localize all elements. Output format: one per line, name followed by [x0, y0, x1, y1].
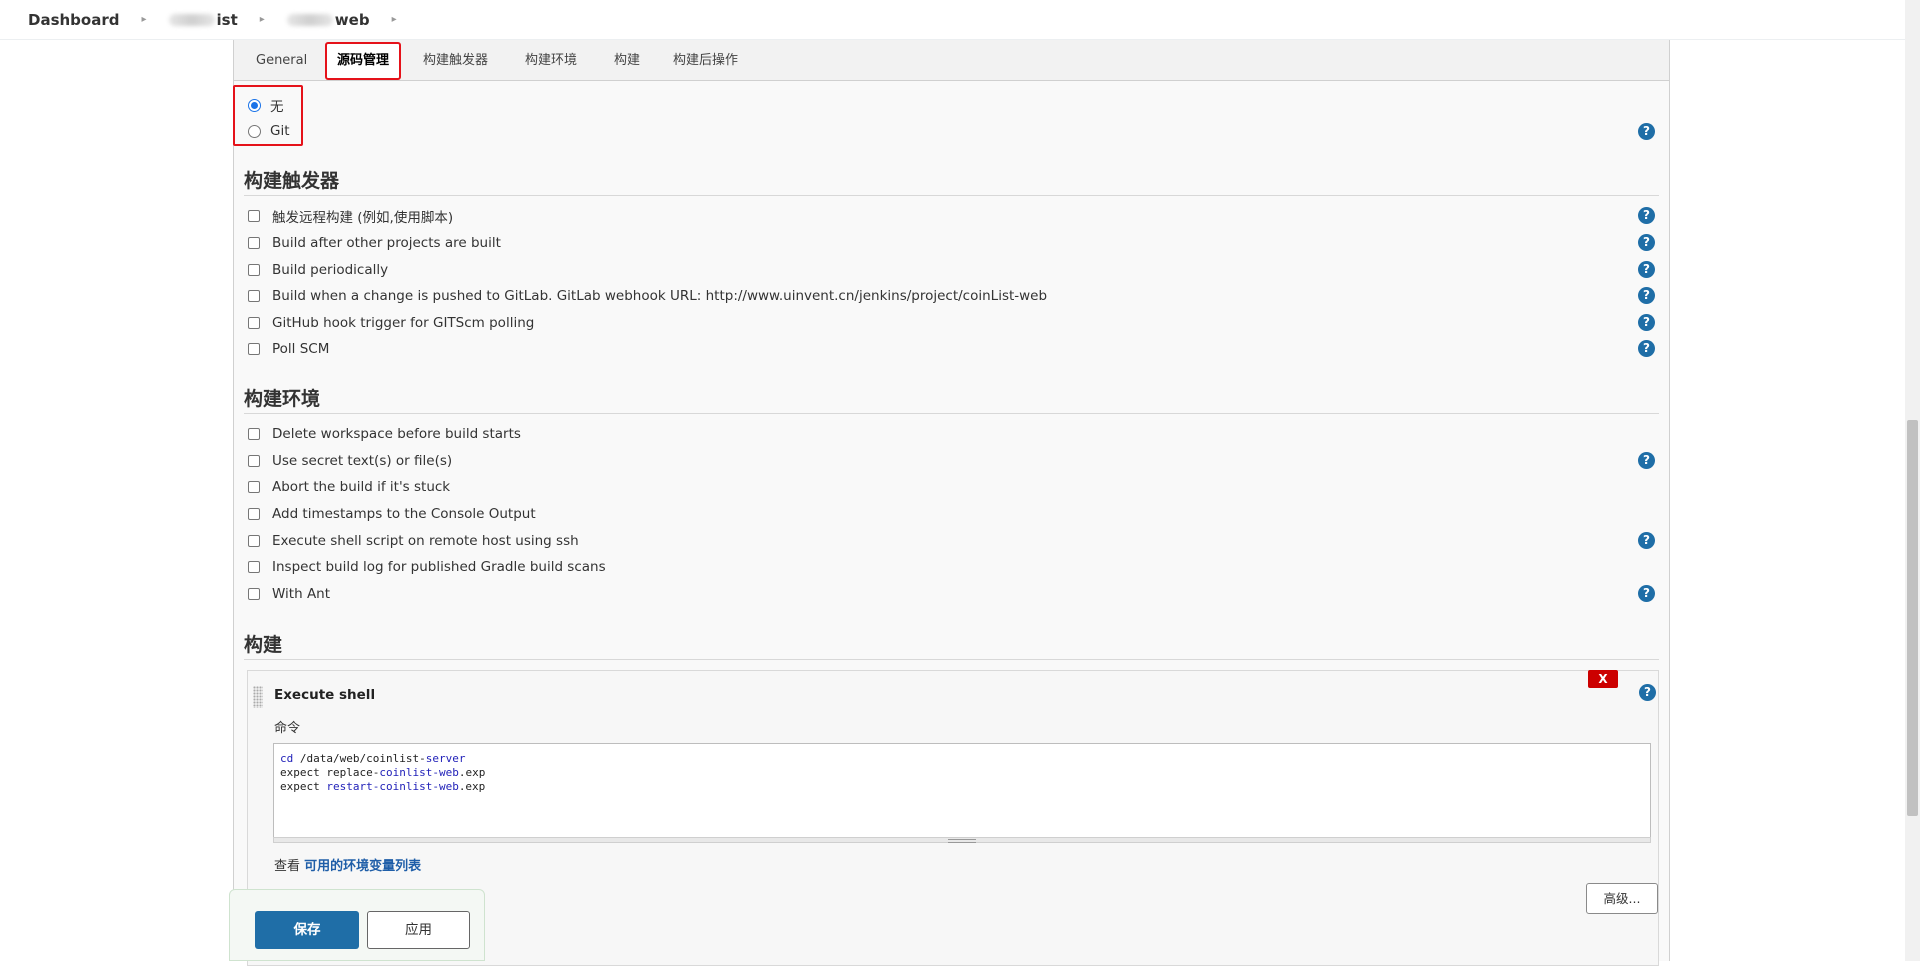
- code-line: cd /data/web/coinlist-server: [280, 752, 466, 765]
- section-build-triggers: 构建触发器: [244, 166, 1659, 196]
- breadcrumb-project-web[interactable]: web: [335, 11, 370, 29]
- help-icon[interactable]: ?: [1638, 532, 1655, 549]
- help-icon[interactable]: ?: [1638, 123, 1655, 140]
- radio-git[interactable]: [248, 124, 261, 138]
- apply-button[interactable]: 应用: [367, 911, 470, 949]
- env-vars-prefix: 查看: [274, 859, 305, 874]
- help-icon[interactable]: ?: [1638, 314, 1655, 331]
- tab-build-environment[interactable]: 构建环境: [525, 40, 577, 81]
- command-editor[interactable]: cd /data/web/coinlist-server expect repl…: [273, 743, 1651, 839]
- checkbox[interactable]: [248, 508, 260, 520]
- bottom-action-bar: 保存 应用: [229, 889, 485, 961]
- checkbox-label: Execute shell script on remote host usin…: [272, 533, 579, 549]
- scm-option-label: Git: [270, 123, 290, 139]
- trigger-periodically[interactable]: Build periodically: [248, 260, 388, 280]
- help-icon[interactable]: ?: [1638, 585, 1655, 602]
- checkbox-label: With Ant: [272, 586, 331, 602]
- checkbox[interactable]: [248, 481, 260, 493]
- command-label: 命令: [274, 721, 301, 736]
- code-line: expect restart-coinlist-web.exp: [280, 780, 486, 793]
- checkbox-label: Abort the build if it's stuck: [272, 479, 451, 495]
- env-with-ant[interactable]: With Ant: [248, 584, 330, 604]
- chevron-right-icon: ▸: [391, 14, 397, 25]
- breadcrumb-dashboard[interactable]: Dashboard: [28, 11, 119, 29]
- scm-option-none[interactable]: 无: [248, 95, 284, 115]
- checkbox[interactable]: [248, 210, 260, 222]
- checkbox-label: Use secret text(s) or file(s): [272, 453, 453, 469]
- tab-post-build[interactable]: 构建后操作: [673, 40, 738, 81]
- checkbox-label: Delete workspace before build starts: [272, 426, 521, 442]
- help-icon[interactable]: ?: [1638, 261, 1655, 278]
- config-tabs: General 源码管理 构建触发器 构建环境 构建 构建后操作: [234, 40, 1669, 81]
- save-button[interactable]: 保存: [255, 911, 359, 949]
- blurred-text: [168, 13, 215, 26]
- step-title: Execute shell: [274, 687, 376, 703]
- checkbox[interactable]: [248, 561, 260, 573]
- scm-option-git[interactable]: Git: [248, 121, 290, 141]
- checkbox-label: GitHub hook trigger for GITScm polling: [272, 315, 535, 331]
- tab-general[interactable]: General: [256, 40, 307, 81]
- blurred-text: [286, 13, 333, 26]
- radio-none[interactable]: [248, 98, 261, 112]
- help-icon[interactable]: ?: [1638, 207, 1655, 224]
- trigger-gitlab[interactable]: Build when a change is pushed to GitLab.…: [248, 286, 1047, 306]
- tab-build[interactable]: 构建: [614, 40, 640, 81]
- trigger-remote[interactable]: 触发远程构建 (例如,使用脚本): [248, 206, 453, 226]
- checkbox-label: Add timestamps to the Console Output: [272, 506, 536, 522]
- checkbox-label: Build after other projects are built: [272, 235, 501, 251]
- env-abort-stuck[interactable]: Abort the build if it's stuck: [248, 477, 450, 497]
- env-gradle-scans[interactable]: Inspect build log for published Gradle b…: [248, 557, 606, 577]
- trigger-github-hook[interactable]: GitHub hook trigger for GITScm polling: [248, 313, 534, 333]
- chevron-right-icon: ▸: [141, 14, 147, 25]
- checkbox[interactable]: [248, 290, 260, 302]
- env-delete-workspace[interactable]: Delete workspace before build starts: [248, 424, 521, 444]
- tab-scm[interactable]: 源码管理: [325, 42, 402, 80]
- advanced-button[interactable]: 高级...: [1586, 883, 1658, 914]
- env-vars-link[interactable]: 可用的环境变量列表: [304, 859, 421, 874]
- scrollbar[interactable]: [1905, 0, 1920, 961]
- checkbox[interactable]: [248, 343, 260, 355]
- help-icon[interactable]: ?: [1638, 234, 1655, 251]
- env-secret-text[interactable]: Use secret text(s) or file(s): [248, 451, 452, 471]
- env-vars-hint: 查看 可用的环境变量列表: [274, 855, 421, 874]
- checkbox-label: Build when a change is pushed to GitLab.…: [272, 288, 1048, 304]
- scm-option-label: 无: [270, 99, 284, 115]
- checkbox-label: Build periodically: [272, 262, 389, 278]
- checkbox[interactable]: [248, 317, 260, 329]
- help-icon[interactable]: ?: [1638, 452, 1655, 469]
- help-icon[interactable]: ?: [1639, 684, 1656, 701]
- chevron-right-icon: ▸: [259, 14, 265, 25]
- checkbox-label: Inspect build log for published Gradle b…: [272, 559, 606, 575]
- checkbox[interactable]: [248, 237, 260, 249]
- help-icon[interactable]: ?: [1638, 340, 1655, 357]
- trigger-after-other[interactable]: Build after other projects are built: [248, 233, 501, 253]
- checkbox-label: Poll SCM: [272, 341, 330, 357]
- breadcrumb: Dashboard ▸ ist ▸ web ▸: [0, 0, 1905, 40]
- checkbox[interactable]: [248, 428, 260, 440]
- breadcrumb-project-list[interactable]: ist: [217, 11, 238, 29]
- env-timestamps[interactable]: Add timestamps to the Console Output: [248, 504, 536, 524]
- trigger-poll-scm[interactable]: Poll SCM: [248, 339, 329, 359]
- checkbox-label: 触发远程构建 (例如,使用脚本): [272, 210, 454, 226]
- scrollbar-thumb[interactable]: [1907, 420, 1918, 816]
- checkbox[interactable]: [248, 455, 260, 467]
- checkbox[interactable]: [248, 264, 260, 276]
- tab-build-triggers[interactable]: 构建触发器: [423, 40, 488, 81]
- job-config-panel: General 源码管理 构建触发器 构建环境 构建 构建后操作 无 Git ?…: [233, 40, 1670, 966]
- drag-handle-icon[interactable]: [253, 686, 263, 708]
- section-build-environment: 构建环境: [244, 384, 1659, 414]
- code-line: expect replace-coinlist-web.exp: [280, 766, 486, 779]
- delete-step-button[interactable]: X: [1588, 670, 1618, 688]
- section-build: 构建: [244, 630, 1659, 660]
- help-icon[interactable]: ?: [1638, 287, 1655, 304]
- env-remote-ssh[interactable]: Execute shell script on remote host usin…: [248, 531, 579, 551]
- editor-resize-handle[interactable]: [273, 837, 1651, 843]
- checkbox[interactable]: [248, 588, 260, 600]
- checkbox[interactable]: [248, 535, 260, 547]
